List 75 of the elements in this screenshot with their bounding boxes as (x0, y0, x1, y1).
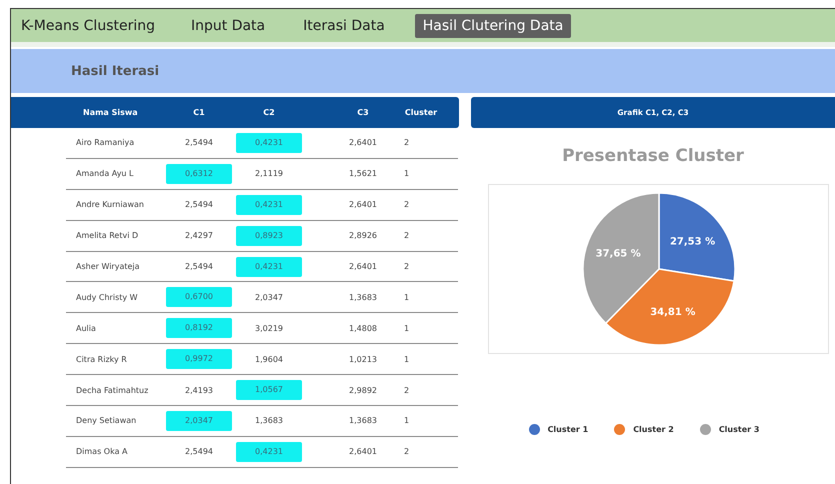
highlighted-cell: 2,0347 (166, 410, 232, 431)
highlighted-cell: 0,4231 (236, 132, 302, 153)
table-cell-text: 2 (403, 447, 410, 456)
table-cell-text: 1,5621 (348, 169, 378, 178)
column-header: C2 (262, 108, 276, 117)
table-cell-text: Deny Setiawan (75, 416, 138, 426)
section-title: Hasil Iterasi (71, 64, 160, 78)
table-cell-text: 1,3683 (254, 416, 284, 426)
table-cell-text: 2 (403, 262, 410, 271)
column-header: Nama Siswa (82, 108, 139, 117)
table-cell-text: Andre Kurniawan (75, 200, 145, 210)
table-cell-text: 2,1119 (254, 169, 284, 178)
table-cell-text: 2,4193 (184, 386, 214, 395)
table-cell-text: Dimas Oka A (75, 447, 128, 456)
table-cell-text: 2,6401 (348, 138, 378, 148)
table-cell-text: 3,0219 (254, 324, 284, 333)
highlighted-cell: 1,0567 (236, 380, 302, 400)
legend-dot (700, 424, 711, 435)
table-cell-text: Aulia (75, 324, 97, 333)
column-header: C3 (356, 108, 370, 117)
slice-label: 27,53 % (669, 236, 715, 248)
legend-label: Cluster 2 (633, 425, 674, 434)
table-cell-text: 2,6401 (348, 262, 378, 271)
nav-tab[interactable]: Input Data (183, 14, 274, 38)
table-cell-text: 2,5494 (184, 447, 214, 456)
column-header: Cluster (404, 108, 438, 117)
table-cell-text: 2,8926 (348, 231, 378, 240)
table-cell-text: 2 (403, 138, 410, 148)
table-cell-text: Decha Fatimahtuz (75, 386, 150, 395)
table-cell-text: 2 (403, 231, 410, 240)
table-cell-text: 2,5494 (184, 262, 214, 271)
highlighted-cell: 0,4231 (236, 194, 302, 215)
table-cell-text: 2,6401 (348, 447, 378, 456)
table-cell-text: 1,0213 (348, 354, 378, 364)
highlighted-cell: 0,8923 (236, 226, 302, 246)
chart-title: Presentase Cluster (561, 146, 745, 166)
table-cell-text: 2,9892 (348, 386, 378, 395)
table-cell-text: 1,3683 (348, 416, 378, 426)
legend-dot (614, 424, 626, 435)
table-cell-text: 1 (403, 416, 410, 426)
table-cell-text: 2 (403, 200, 410, 210)
highlighted-cell: 0,9972 (166, 349, 232, 370)
table-cell-text: 1,3683 (348, 292, 378, 302)
table-cell-text: Asher Wiryateja (75, 262, 141, 271)
nav-tab[interactable]: Iterasi Data (295, 14, 393, 38)
slice-label: 37,65 % (595, 248, 640, 260)
highlighted-cell: 0,8192 (166, 318, 232, 338)
table-cell-text: 2,5494 (184, 200, 214, 210)
slice-label: 34,81 % (650, 306, 695, 318)
table-cell-text: 1 (403, 354, 410, 364)
table-cell-text: 2,5494 (184, 138, 214, 148)
table-cell-text: 1,4808 (348, 324, 378, 333)
table-cell-text: Audy Christy W (75, 292, 139, 302)
highlighted-cell: 0,4231 (236, 256, 302, 276)
table-cell-text: 2,0347 (254, 292, 284, 302)
table-cell-text: 2,4297 (184, 231, 214, 240)
table-cell-text: 1,9604 (254, 354, 284, 364)
table-cell-text: 2 (403, 386, 410, 395)
table-cell-text: Amanda Ayu L (75, 169, 134, 178)
table-cell-text: 2,6401 (348, 200, 378, 210)
highlighted-cell: 0,6700 (166, 287, 232, 308)
table-cell-text: 1 (403, 292, 410, 302)
table-cell-text: Citra Rizky R (75, 354, 128, 364)
table-cell-text: 1 (403, 169, 410, 178)
brand-title[interactable]: K-Means Clustering (21, 18, 155, 34)
nav-tab[interactable]: Hasil Clutering Data (414, 14, 572, 38)
table-cell-text: Airo Ramaniya (75, 138, 136, 148)
table-cell-text: Amelita Retvi D (75, 231, 140, 240)
legend-dot (528, 424, 540, 435)
legend-label: Cluster 1 (548, 425, 588, 434)
legend-label: Cluster 3 (718, 425, 760, 434)
highlighted-cell: 0,6312 (166, 164, 232, 184)
table-cell-text: 1 (403, 324, 410, 333)
column-header: C1 (192, 108, 206, 117)
highlighted-cell: 0,4231 (236, 442, 302, 462)
